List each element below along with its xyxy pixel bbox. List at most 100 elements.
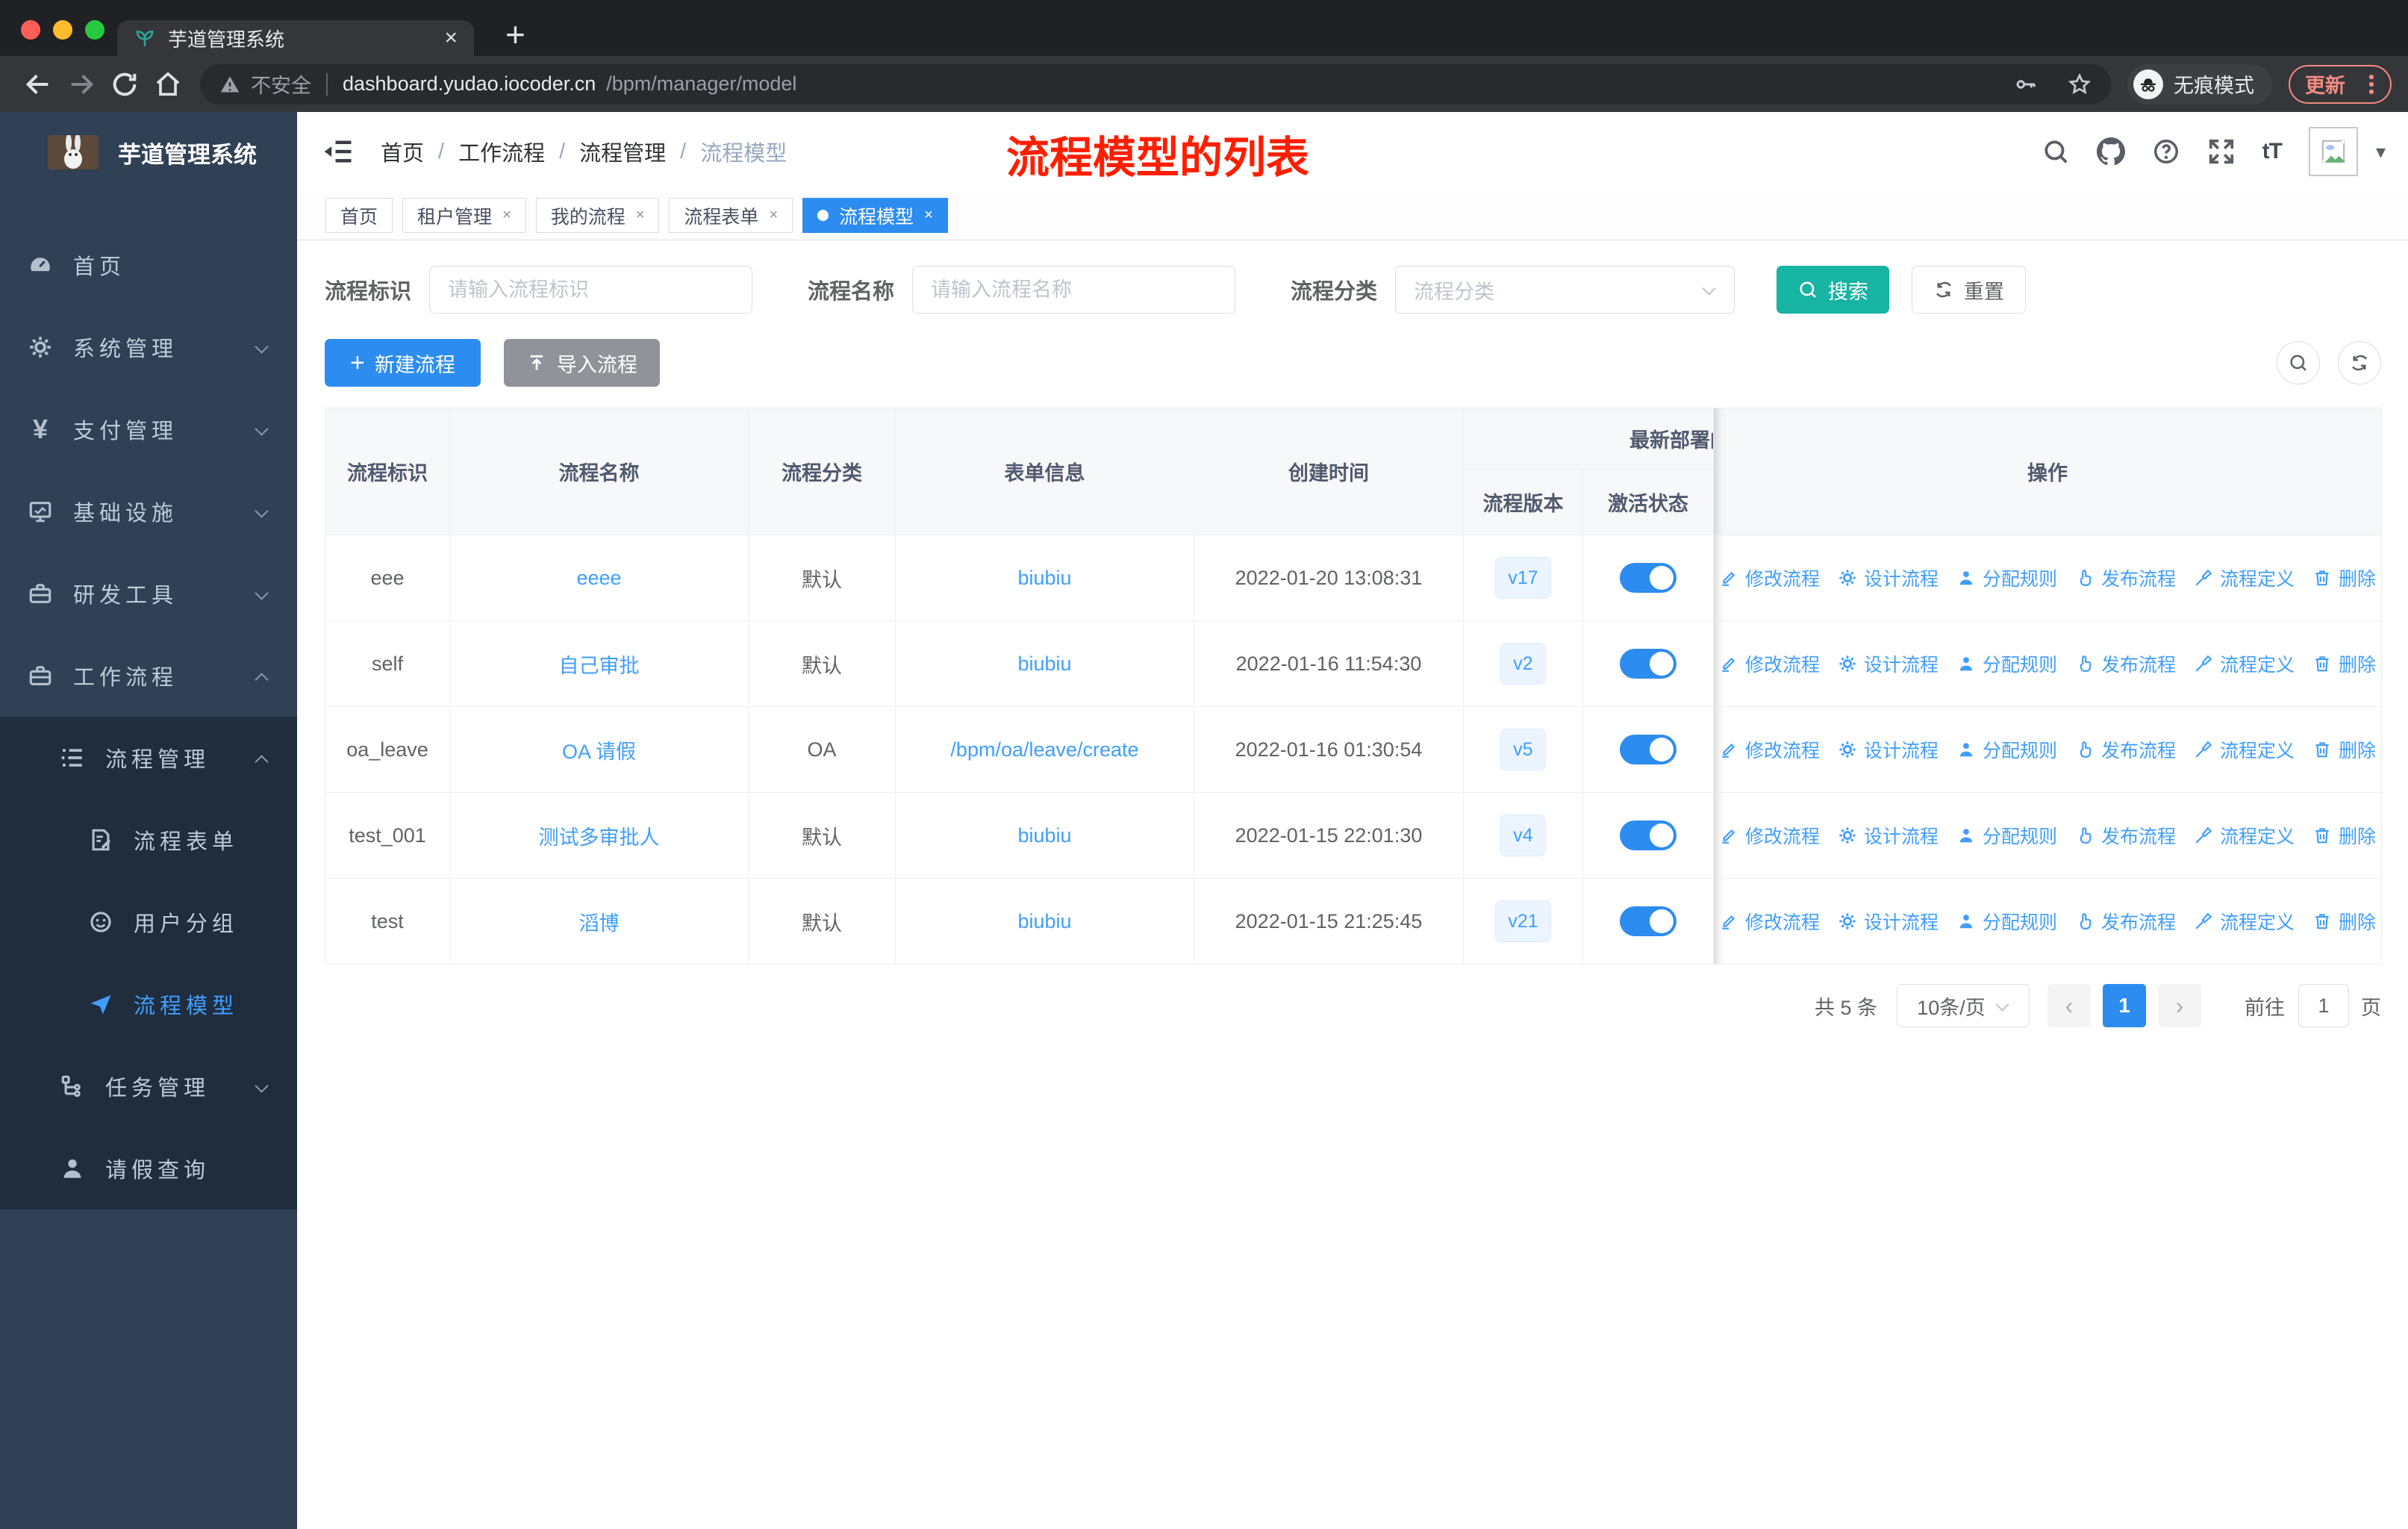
assign-rule-link[interactable]: 分配规则 <box>1956 650 2057 677</box>
design-process-link[interactable]: 设计流程 <box>1838 564 1938 591</box>
sidebar-item-task-management[interactable]: 任务管理 <box>0 1045 297 1127</box>
process-definition-link[interactable]: 流程定义 <box>2194 564 2295 591</box>
version-badge[interactable]: v4 <box>1500 815 1546 856</box>
version-badge[interactable]: v21 <box>1495 900 1551 942</box>
tab-close-icon[interactable]: × <box>444 27 458 49</box>
design-process-link[interactable]: 设计流程 <box>1838 650 1938 677</box>
design-process-link[interactable]: 设计流程 <box>1838 822 1938 849</box>
update-label[interactable]: 更新 <box>2305 69 2345 99</box>
status-toggle[interactable] <box>1620 820 1676 850</box>
modify-process-link[interactable]: 修改流程 <box>1719 736 1820 763</box>
publish-process-link[interactable]: 发布流程 <box>2075 564 2176 591</box>
close-window-button[interactable] <box>21 20 40 40</box>
publish-process-link[interactable]: 发布流程 <box>2075 908 2176 935</box>
reload-icon[interactable] <box>110 69 140 99</box>
tag-tenant[interactable]: 租户管理 × <box>402 198 526 233</box>
browser-menu-icon[interactable] <box>2359 72 2384 97</box>
help-icon[interactable] <box>2152 137 2180 166</box>
delete-link[interactable]: 删除 <box>2312 564 2376 591</box>
font-size-icon[interactable]: tT <box>2262 139 2283 164</box>
status-toggle[interactable] <box>1620 906 1676 936</box>
browser-tab[interactable]: 芋道管理系统 × <box>117 20 474 56</box>
sidebar-item-user-group[interactable]: 用户分组 <box>0 881 297 963</box>
form-info-link[interactable]: /bpm/oa/leave/create <box>950 738 1138 761</box>
forward-icon[interactable] <box>66 69 96 99</box>
refresh-table-button[interactable] <box>2338 341 2381 384</box>
tag-home[interactable]: 首页 <box>325 198 393 233</box>
modify-process-link[interactable]: 修改流程 <box>1719 822 1820 849</box>
tag-close-icon[interactable]: × <box>924 207 933 224</box>
process-definition-link[interactable]: 流程定义 <box>2194 908 2295 935</box>
home-icon[interactable] <box>153 69 183 99</box>
current-page-button[interactable]: 1 <box>2103 984 2146 1027</box>
browser-update-button[interactable]: 更新 <box>2289 64 2392 104</box>
sidebar-item-workflow[interactable]: 工作流程 <box>0 635 297 717</box>
col-header-category[interactable]: 流程分类 <box>748 408 896 535</box>
bookmark-star-icon[interactable] <box>2068 72 2092 96</box>
form-info-link[interactable]: biubiu <box>1017 910 1071 932</box>
search-button[interactable]: 搜索 <box>1777 266 1890 314</box>
address-bar[interactable]: 不安全 dashboard.yudao.iocoder.cn /bpm/mana… <box>200 63 2111 105</box>
design-process-link[interactable]: 设计流程 <box>1838 908 1938 935</box>
assign-rule-link[interactable]: 分配规则 <box>1956 564 2057 591</box>
fullscreen-icon[interactable] <box>2207 137 2236 166</box>
modify-process-link[interactable]: 修改流程 <box>1719 564 1820 591</box>
show-search-button[interactable] <box>2277 341 2320 384</box>
process-name-link[interactable]: 滔博 <box>579 912 620 935</box>
sidebar-item-leave-query[interactable]: 请假查询 <box>0 1127 297 1209</box>
url-path[interactable]: /bpm/manager/model <box>606 72 1984 96</box>
not-secure-warning-icon[interactable] <box>219 74 240 95</box>
sidebar-item-process-model[interactable]: 流程模型 <box>0 963 297 1045</box>
next-page-button[interactable]: › <box>2158 984 2201 1027</box>
col-header-process-name[interactable]: 流程名称 <box>449 408 749 535</box>
back-icon[interactable] <box>23 69 53 99</box>
assign-rule-link[interactable]: 分配规则 <box>1956 908 2057 935</box>
version-badge[interactable]: v2 <box>1500 643 1546 685</box>
sidebar-item-system[interactable]: 系统管理 <box>0 306 297 388</box>
process-definition-link[interactable]: 流程定义 <box>2194 822 2295 849</box>
form-info-link[interactable]: biubiu <box>1017 653 1071 675</box>
process-name-link[interactable]: 自己审批 <box>559 655 640 677</box>
breadcrumb-item[interactable]: 工作流程 <box>458 136 545 167</box>
breadcrumb-item[interactable]: 首页 <box>381 136 424 167</box>
sidebar-item-process-management[interactable]: 流程管理 <box>0 717 297 799</box>
process-definition-link[interactable]: 流程定义 <box>2194 736 2295 763</box>
process-definition-link[interactable]: 流程定义 <box>2194 650 2295 677</box>
col-header-status[interactable]: 激活状态 <box>1582 469 1714 535</box>
tag-process-model[interactable]: 流程模型 × <box>802 198 948 233</box>
form-info-link[interactable]: biubiu <box>1017 567 1071 589</box>
tag-close-icon[interactable]: × <box>502 207 511 224</box>
publish-process-link[interactable]: 发布流程 <box>2075 822 2176 849</box>
sidebar-item-payment[interactable]: ¥ 支付管理 <box>0 388 297 470</box>
github-icon[interactable] <box>2097 137 2125 166</box>
tag-my-process[interactable]: 我的流程 × <box>535 198 660 233</box>
url-host[interactable]: dashboard.yudao.iocoder.cn <box>343 72 596 96</box>
publish-process-link[interactable]: 发布流程 <box>2075 650 2176 677</box>
version-badge[interactable]: v5 <box>1500 729 1546 770</box>
process-name-input[interactable] <box>912 266 1236 314</box>
tag-close-icon[interactable]: × <box>769 207 778 224</box>
version-badge[interactable]: v17 <box>1495 557 1551 599</box>
sidebar-item-infrastructure[interactable]: 基础设施 <box>0 470 297 552</box>
new-tab-button[interactable]: + <box>505 17 525 52</box>
status-toggle[interactable] <box>1620 563 1676 593</box>
caret-down-icon[interactable]: ▾ <box>2376 140 2386 164</box>
delete-link[interactable]: 删除 <box>2312 736 2376 763</box>
design-process-link[interactable]: 设计流程 <box>1838 736 1938 763</box>
minimize-window-button[interactable] <box>53 20 72 40</box>
breadcrumb-item[interactable]: 流程管理 <box>579 136 666 167</box>
security-label[interactable]: 不安全 <box>251 69 311 99</box>
tag-close-icon[interactable]: × <box>636 207 645 224</box>
process-category-select[interactable]: 流程分类 <box>1395 266 1735 314</box>
reset-button[interactable]: 重置 <box>1912 266 2027 314</box>
avatar[interactable] <box>2308 127 2358 176</box>
form-info-link[interactable]: biubiu <box>1017 824 1071 847</box>
col-header-form-info[interactable]: 表单信息 <box>895 408 1194 535</box>
process-name-link[interactable]: OA 请假 <box>562 741 636 763</box>
password-key-icon[interactable] <box>2014 72 2038 96</box>
search-icon[interactable] <box>2042 137 2070 166</box>
status-toggle[interactable] <box>1620 649 1676 679</box>
assign-rule-link[interactable]: 分配规则 <box>1956 822 2057 849</box>
sidebar-fold-icon[interactable] <box>322 136 354 167</box>
process-id-input[interactable] <box>429 266 753 314</box>
